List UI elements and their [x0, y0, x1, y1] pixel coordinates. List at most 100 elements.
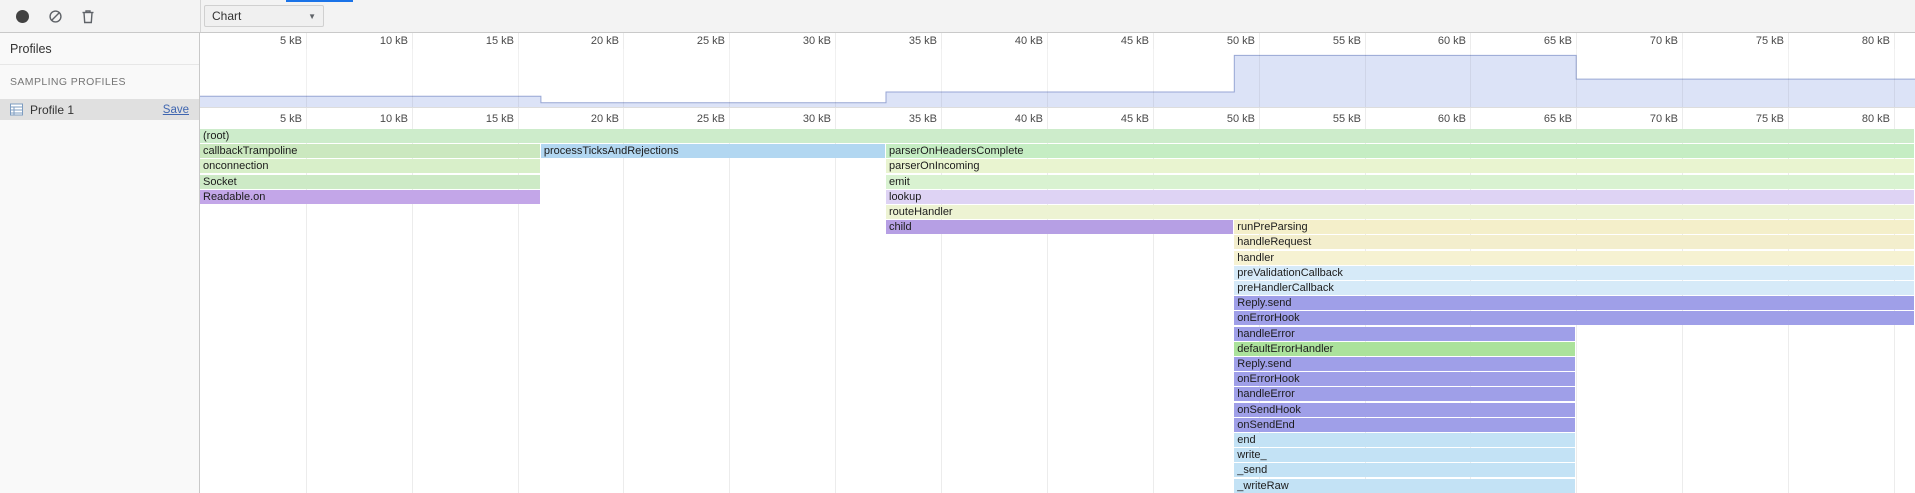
profile-name: Profile 1: [30, 103, 74, 117]
ruler-label: 40 kB: [983, 33, 1043, 49]
trash-icon: [81, 9, 95, 24]
flame-bar-callbacktrampoline[interactable]: callbackTrampoline: [200, 144, 540, 158]
ruler-label: 5 kB: [242, 108, 302, 129]
ruler-label: 55 kB: [1301, 108, 1361, 129]
gridline: [835, 33, 836, 49]
ruler-label: 25 kB: [665, 108, 725, 129]
flame-bar-onerrorhook[interactable]: onErrorHook: [1234, 372, 1575, 386]
gridline: [1576, 108, 1577, 129]
flame-bar-onerrorhook[interactable]: onErrorHook: [1234, 311, 1914, 325]
flame-bar-lookup[interactable]: lookup: [886, 190, 1914, 204]
gridline: [623, 129, 624, 493]
ruler-label: 70 kB: [1618, 33, 1678, 49]
flame-bar-handleerror[interactable]: handleError: [1234, 327, 1575, 341]
ruler-label: 40 kB: [983, 108, 1043, 129]
block-icon: [48, 9, 63, 24]
gridline: [1576, 33, 1577, 49]
flame-bar-processticksandrejections[interactable]: processTicksAndRejections: [541, 144, 885, 158]
flame-bar-prehandlercallback[interactable]: preHandlerCallback: [1234, 281, 1914, 295]
flame-bar-writeraw[interactable]: _writeRaw: [1234, 479, 1575, 493]
ruler-label: 15 kB: [454, 33, 514, 49]
flame-bar-parseronincoming[interactable]: parserOnIncoming: [886, 159, 1914, 173]
gridline: [1047, 49, 1048, 107]
gridline: [1894, 33, 1895, 49]
gridline: [623, 49, 624, 107]
sidebar-title: Profiles: [0, 33, 199, 65]
gridline: [729, 129, 730, 493]
gridline: [412, 49, 413, 107]
chart-toolbar: Chart ▼: [200, 0, 1915, 32]
flame-bar-defaulterrorhandler[interactable]: defaultErrorHandler: [1234, 342, 1575, 356]
view-mode-select[interactable]: Chart ▼: [204, 5, 324, 27]
gridline: [1788, 33, 1789, 49]
ruler-label: 15 kB: [454, 108, 514, 129]
gridline: [941, 33, 942, 49]
gridline: [729, 49, 730, 107]
flame-bar-readable-on[interactable]: Readable.on: [200, 190, 540, 204]
ruler-label: 80 kB: [1830, 33, 1890, 49]
gridline: [1259, 108, 1260, 129]
ruler-label: 5 kB: [242, 33, 302, 49]
gridline: [1682, 108, 1683, 129]
flame-bar-reply-send[interactable]: Reply.send: [1234, 296, 1914, 310]
flame-bar-reply-send[interactable]: Reply.send: [1234, 357, 1575, 371]
gridline: [306, 108, 307, 129]
clear-profiles-button[interactable]: [42, 3, 68, 29]
ruler-label: 35 kB: [877, 108, 937, 129]
ruler-label: 25 kB: [665, 33, 725, 49]
memory-profiler-panel: Chart ▼ Profiles SAMPLING PROFILES Profi…: [0, 0, 1915, 493]
chevron-down-icon: ▼: [308, 12, 316, 21]
gridline: [1365, 49, 1366, 107]
flame-bar-onconnection[interactable]: onconnection: [200, 159, 540, 173]
flame-bar-write[interactable]: write_: [1234, 448, 1575, 462]
gridline: [306, 33, 307, 49]
delete-profile-button[interactable]: [75, 3, 101, 29]
ruler-label: 75 kB: [1724, 108, 1784, 129]
save-profile-link[interactable]: Save: [163, 104, 189, 116]
flame-ruler: 5 kB10 kB15 kB20 kB25 kB30 kB35 kB40 kB4…: [200, 108, 1915, 129]
gridline: [1153, 108, 1154, 129]
panel-body: Profiles SAMPLING PROFILES Profile 1 Sav…: [0, 33, 1915, 493]
flame-bar-send[interactable]: _send: [1234, 463, 1575, 477]
overview-area-graph: [200, 49, 1915, 107]
flame-bar-child[interactable]: child: [886, 220, 1233, 234]
profile-icon: [9, 102, 24, 117]
ruler-label: 80 kB: [1830, 108, 1890, 129]
gridline: [1259, 33, 1260, 49]
gridline: [941, 49, 942, 107]
flame-bar-end[interactable]: end: [1234, 433, 1575, 447]
flame-bar-emit[interactable]: emit: [886, 175, 1914, 189]
flame-bar-onsendhook[interactable]: onSendHook: [1234, 403, 1575, 417]
gridline: [1365, 33, 1366, 49]
flame-bar-runpreparsing[interactable]: runPreParsing: [1234, 220, 1914, 234]
gridline: [1047, 33, 1048, 49]
ruler-label: 30 kB: [771, 33, 831, 49]
gridline: [835, 129, 836, 493]
ruler-label: 60 kB: [1406, 33, 1466, 49]
flame-bar-handlerequest[interactable]: handleRequest: [1234, 235, 1914, 249]
ruler-label: 20 kB: [559, 33, 619, 49]
flame-bar-prevalidationcallback[interactable]: preValidationCallback: [1234, 266, 1914, 280]
ruler-label: 10 kB: [348, 108, 408, 129]
flame-bar-handleerror[interactable]: handleError: [1234, 387, 1575, 401]
record-profile-button[interactable]: [9, 3, 35, 29]
gridline: [518, 33, 519, 49]
flame-bar-socket[interactable]: Socket: [200, 175, 540, 189]
overview-chart[interactable]: [200, 49, 1915, 108]
gridline: [306, 49, 307, 107]
flame-chart-pane: 5 kB 10 kB 15 kB 20 kB 25 kB 30 kB 35 kB 40 kB 4…: [200, 33, 1915, 493]
toolbar: Chart ▼: [0, 0, 1915, 33]
gridline: [1259, 49, 1260, 107]
flame-bar-parseronheaderscomplete[interactable]: parserOnHeadersComplete: [886, 144, 1914, 158]
gridline: [1365, 108, 1366, 129]
ruler-label: 35 kB: [877, 33, 937, 49]
flame-bar-routehandler[interactable]: routeHandler: [886, 205, 1914, 219]
gridline: [729, 33, 730, 49]
flame-bar-handler[interactable]: handler: [1234, 251, 1914, 265]
gridline: [1470, 108, 1471, 129]
flame-bar-onsendend[interactable]: onSendEnd: [1234, 418, 1575, 432]
flame-bar-root[interactable]: (root): [200, 129, 1914, 143]
gridline: [1788, 49, 1789, 107]
ruler-label: 55 kB: [1301, 33, 1361, 49]
profile-item[interactable]: Profile 1 Save: [0, 99, 199, 120]
